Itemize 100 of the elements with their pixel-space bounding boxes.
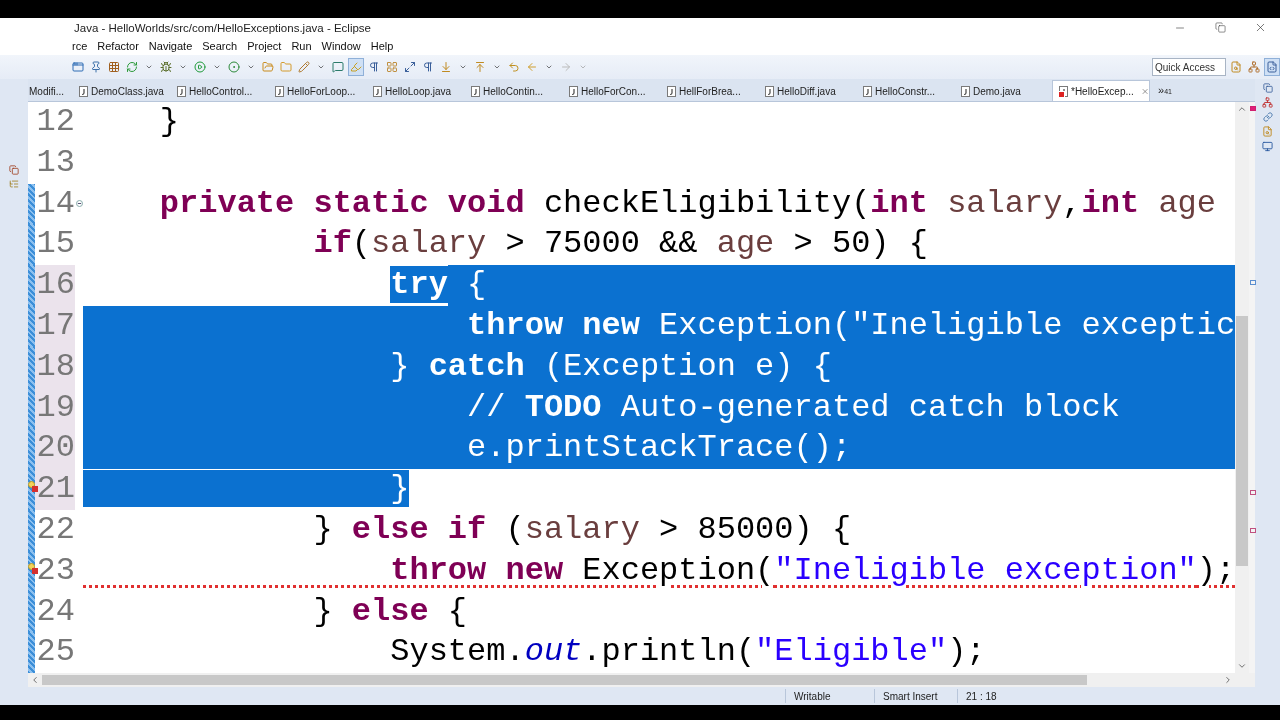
code-text: } [312,509,333,550]
code-text: throw new [389,550,564,591]
editor-tab[interactable]: Demo.java [954,80,1052,101]
code-text: ( [504,509,525,550]
monitor-icon[interactable] [1262,141,1273,152]
caret-icon[interactable] [579,63,587,71]
caret-icon[interactable] [213,63,221,71]
line-number: 17 [35,306,75,347]
caret-icon[interactable] [493,63,501,71]
scroll-right-icon[interactable] [1223,675,1233,685]
down-arrow-icon[interactable] [440,61,452,73]
editor-tab[interactable]: HelloForCon... [562,80,660,101]
back-arrow-icon[interactable] [508,61,520,73]
link-icon[interactable] [1262,112,1273,122]
menu-item[interactable]: Run [291,40,312,52]
java-file-icon [275,85,284,97]
editor-tab[interactable]: HelloForLoop... [268,80,366,101]
scroll-down-icon[interactable] [1237,661,1247,671]
outline-icon[interactable] [9,179,19,189]
menu-item[interactable]: Navigate [148,40,193,52]
caret-icon[interactable] [317,63,325,71]
comment-icon[interactable] [332,61,344,73]
code-text: age [1157,183,1216,224]
code-text: else if [350,509,487,550]
grid-icon[interactable] [108,61,120,73]
hierarchy-icon[interactable] [1262,97,1273,108]
play-icon[interactable] [194,61,206,73]
hierarchy-icon[interactable] [1248,61,1260,73]
menu-item[interactable]: Help [370,40,394,52]
editor-tab[interactable]: HelloConstr... [856,80,954,101]
java-file-icon [1059,85,1068,97]
left-arrow-icon[interactable] [526,61,538,73]
code-text: int [1081,183,1140,224]
caret-icon[interactable] [179,63,187,71]
pencil-icon[interactable] [298,61,310,73]
status-writable: Writable [785,689,874,703]
error-marker-icon[interactable] [28,562,38,575]
java-file-icon [961,85,970,97]
scrollbar-thumb[interactable] [1236,316,1248,566]
code-text: Exception( [581,550,775,591]
grid-icon[interactable] [386,61,398,73]
folder-icon[interactable] [262,61,274,73]
editor-tab[interactable]: HelloDiff.java [758,80,856,101]
editor-tab[interactable]: HellForBrea... [660,80,758,101]
run-icon[interactable] [228,61,240,73]
caret-icon[interactable] [545,63,553,71]
java-file-icon [863,85,872,97]
menu-item[interactable]: Refactor [97,40,139,52]
pilcrow-icon[interactable] [368,61,380,73]
caret-icon[interactable] [459,63,467,71]
error-marker-icon[interactable] [28,481,38,494]
editor-tab[interactable]: HelloControl... [170,80,268,101]
code-text: // [83,387,525,429]
editor-tab[interactable]: HelloLoop.java [366,80,464,101]
menu-item[interactable]: Window [321,40,361,52]
status-position: 21 : 18 [957,689,1046,703]
scrollbar-thumb[interactable] [42,675,1087,685]
caret-icon[interactable] [247,63,255,71]
fold-icon[interactable] [75,200,83,208]
tab-label: Modifi... [29,85,64,97]
editor-tab[interactable]: DemoClass.java [72,80,170,101]
java-file-icon [373,85,382,97]
editor-tab[interactable]: Modifi... [28,80,72,101]
menu-item[interactable]: Search [202,40,238,52]
code-text: System. [389,632,525,673]
pin-icon[interactable] [90,61,102,73]
tab-label: Demo.java [973,85,1021,97]
pilcrow-icon[interactable] [422,61,434,73]
scroll-up-icon[interactable] [1237,104,1247,114]
bug-icon[interactable] [160,61,172,73]
restore-icon[interactable] [9,165,19,175]
restore-icon[interactable] [1262,83,1273,93]
expand-icon[interactable] [404,61,416,73]
code-text: age [716,224,775,265]
scroll-left-icon[interactable] [30,675,40,685]
tab-label: HellForBrea... [679,85,741,97]
menu-item[interactable]: rce [72,40,88,52]
code-text: "Ineligible exception" [774,550,1197,591]
code-text: { [447,265,487,306]
code-text: checkEligibility( [542,183,871,224]
refresh-icon[interactable] [126,61,138,73]
caret-icon[interactable] [145,63,153,71]
code-text: } [158,102,179,142]
java-file-icon [667,85,676,97]
menu-item[interactable]: Project [247,40,282,52]
restore-icon[interactable] [1214,22,1226,33]
folder-icon[interactable] [280,61,292,73]
editor-tab[interactable]: *HelloExcep... [1052,80,1150,101]
code-text: { [446,591,468,632]
editor-tab[interactable]: HelloContin... [464,80,562,101]
up-arrow-icon[interactable] [474,61,486,73]
file-search-icon[interactable] [1262,126,1273,137]
tab-label: DemoClass.java [91,85,164,97]
code-text: > 50) { [792,224,928,265]
code-text: ( [351,224,372,265]
close-icon[interactable] [1140,86,1149,96]
file-search-icon[interactable] [1230,61,1242,73]
code-text: int [870,183,928,224]
quick-access-field[interactable]: Quick Access [1152,58,1226,76]
window-icon[interactable] [72,61,84,73]
